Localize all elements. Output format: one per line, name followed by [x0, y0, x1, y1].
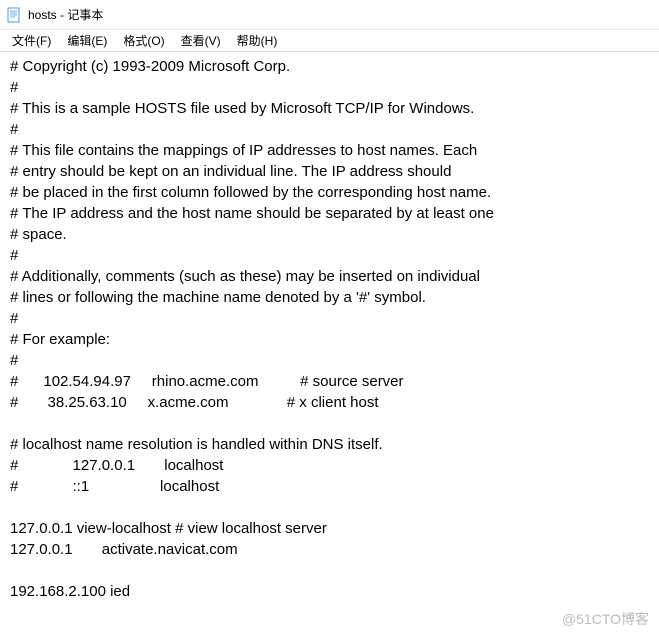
menu-format[interactable]: 格式(O) — [115, 30, 172, 51]
watermark-text: @51CTO博客 — [562, 609, 649, 629]
window-title: hosts - 记事本 — [28, 6, 103, 23]
text-editor-content[interactable]: # Copyright (c) 1993-2009 Microsoft Corp… — [0, 52, 659, 606]
titlebar: hosts - 记事本 — [0, 0, 659, 30]
menubar: 文件(F) 编辑(E) 格式(O) 查看(V) 帮助(H) — [0, 30, 659, 52]
menu-view[interactable]: 查看(V) — [173, 30, 229, 51]
notepad-icon — [6, 7, 22, 23]
menu-edit[interactable]: 编辑(E) — [59, 30, 115, 51]
menu-file[interactable]: 文件(F) — [4, 30, 59, 51]
menu-help[interactable]: 帮助(H) — [229, 30, 286, 51]
